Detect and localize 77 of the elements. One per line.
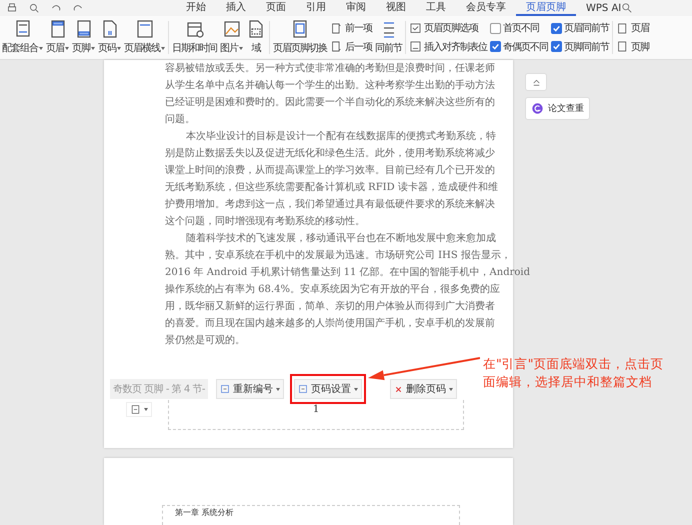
ribbon-button[interactable]: 插入对齐制表位 [409, 40, 487, 54]
ribbon-button[interactable]: 页眉页脚切换 [272, 16, 328, 59]
caret-icon [39, 46, 43, 50]
body-text-line: 别是防止数据丢失以及促进无纸化和绿色生活。此外，使用考勤系统将减少 [165, 146, 495, 161]
option-checkbox[interactable]: 奇偶页不同 [490, 40, 548, 54]
ribbon-button[interactable]: 页眉页脚选项 [409, 21, 487, 36]
body-text-line: 的喜爱。而且现在国内越来越多的人崇尚使用国产手机，安卓手机的发展前 [165, 316, 495, 331]
body-text-line: 已经证明是困难和费时的。因此需要一个半自动化的系统来解决这些所有的 [165, 96, 495, 110]
ribbon-button[interactable]: 页脚 [616, 40, 649, 54]
body-text-line: 熟。其中，安卓系统在手机中的发展最为迅速。市场研究公司 IHS 报告显示， [165, 248, 511, 263]
body-text-line: 课堂上时间的浪费，从而提高课堂上的学习效率。目前已经有几个已开发的 [165, 164, 495, 178]
body-text-line: 随着科学技术的飞速发展，移动通讯平台也在不断地发展中愈来愈加成 [185, 232, 496, 246]
ribbon-tab[interactable]: 开始 [176, 0, 216, 16]
renumber-icon [220, 384, 230, 394]
ribbon-button[interactable]: 页脚 [71, 16, 96, 59]
ribbon-button[interactable]: 同前节 [374, 16, 403, 59]
body-text-line: 这个问题，同时增强现有考勤系统的移动性。 [165, 214, 365, 229]
body-text-line: 景仍然是可观的。 [165, 334, 245, 348]
body-text-line: 无纸考勤系统，但这些系统需要配备计算机或 RFID 读卡器，造成硬件和维 [165, 180, 498, 195]
caret-icon [65, 46, 69, 50]
caret-icon [448, 388, 453, 390]
ai-button[interactable]: WPS AI [586, 2, 622, 14]
page-number: 1 [312, 404, 320, 417]
ribbon-tab[interactable]: 页面 [256, 0, 296, 16]
body-text-line: 用，既华丽又新鲜的运行界面，简单、亲切的用户体验从而得到广大消费者 [165, 300, 495, 314]
caret-icon [239, 46, 243, 50]
search-icon [621, 2, 634, 14]
body-text-line: 护费用增加。考虑到这一点，我们希望通过具有最低硬件要求的系统来解决 [165, 198, 495, 212]
ribbon-button[interactable]: 图片 [219, 16, 244, 59]
caret-icon [117, 46, 121, 50]
page-down-icon [330, 40, 343, 54]
body-text-line: 问题。 [165, 113, 195, 127]
option-checkbox[interactable]: 首页不同 [490, 21, 548, 36]
body-text-line: 从学生名单中点名并确认每一个学生的出勤。这种考察学生出勤的手动方法 [165, 78, 495, 93]
options-icon [409, 22, 422, 35]
footer-button[interactable]: 删除页码 [390, 379, 457, 399]
body-text-line: 本次毕业设计的目标是设计一个配有在线数据库的便携式考勤系统，特 [185, 130, 496, 144]
ribbon-button[interactable]: 页眉横线 [123, 16, 166, 59]
ribbon-button[interactable]: 日期和时间 [171, 16, 218, 59]
ribbon-button[interactable]: 页眉 [616, 21, 649, 36]
annotation-text: 在"引言"页面底端双击，点击页面编辑，选择居中和整篇文档 [483, 355, 664, 391]
body-text-line: 容易被错放或丢失。另一种方式使非常准确的考勤但是浪费时间，任课老师 [165, 62, 495, 76]
ribbon-tab[interactable]: 插入 [216, 0, 256, 16]
close-icon [394, 384, 403, 394]
option-checkbox[interactable]: 页脚同前节 [551, 40, 609, 54]
ribbon-button[interactable]: 后一项 [330, 40, 372, 54]
body-text-line: 2016 年 Android 手机累计销售量达到 11 亿部。在中国的智能手机中，Android [165, 266, 530, 280]
ribbon-button[interactable]: 配套组合 [1, 16, 44, 59]
check-button[interactable]: 论文查重 [525, 97, 590, 120]
ribbon-button[interactable]: 域 [245, 16, 267, 59]
page-up-icon [330, 22, 343, 35]
preview-icon [28, 2, 40, 14]
body-text-line: 操作系统的占有率为 68.4%。安卓系统因为它有开放的平台，很多免费的应 [165, 282, 500, 297]
caret-icon [161, 46, 165, 50]
header-text: 第一章 系统分析 [175, 508, 234, 517]
tab-stop-icon [409, 40, 422, 54]
image-icon [222, 19, 242, 39]
print-icon [6, 2, 18, 14]
check-logo-icon [531, 102, 544, 115]
caret-icon [354, 388, 358, 390]
ribbon-tab[interactable]: 引用 [296, 0, 336, 16]
ribbon-button[interactable]: 页码 [97, 16, 122, 59]
ribbon-button[interactable]: 页眉 [45, 16, 70, 59]
ribbon-tab[interactable]: 视图 [376, 0, 416, 16]
footer-button[interactable]: 重新编号 [216, 379, 284, 399]
page-number-dropdown[interactable] [126, 402, 152, 417]
caret-icon [91, 46, 95, 50]
page-settings-icon [298, 384, 308, 394]
ribbon-tab[interactable]: 会员专享 [456, 0, 516, 16]
option-checkbox[interactable]: 页眉同前节 [551, 21, 609, 36]
page-number-icon [130, 404, 141, 415]
ribbon-tab[interactable]: 工具 [416, 0, 456, 16]
ribbon-button[interactable]: 前一项 [330, 21, 372, 36]
footer-button[interactable]: 页码设置 [294, 379, 362, 399]
ribbon-tab[interactable]: 审阅 [336, 0, 376, 16]
caret-icon [276, 388, 280, 390]
footer-label: 奇数页 页脚 - 第 4 节- [110, 379, 208, 399]
